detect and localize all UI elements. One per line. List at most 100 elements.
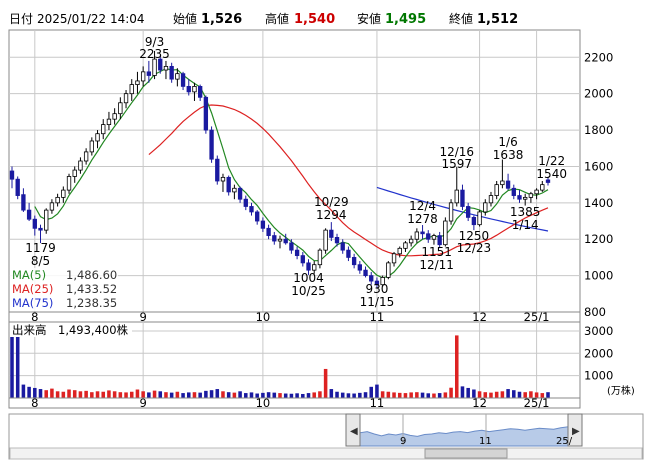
candle-body bbox=[9, 170, 15, 180]
x-tick-label: 8 bbox=[31, 396, 38, 410]
candle-body bbox=[255, 211, 260, 222]
candle-body bbox=[505, 180, 511, 189]
open-value: 1,526 bbox=[201, 12, 242, 27]
candle-body bbox=[363, 269, 368, 277]
nav-label-11: 11 bbox=[479, 436, 492, 447]
candle-body bbox=[26, 209, 32, 220]
volume-bar bbox=[107, 390, 111, 398]
price-tick-label: 1800 bbox=[584, 123, 613, 137]
candle-body bbox=[72, 169, 77, 177]
x-tick-label: 9 bbox=[139, 396, 146, 410]
volume-value: 1,493,400株 bbox=[58, 323, 129, 337]
candle-body bbox=[334, 237, 340, 244]
range-navigator[interactable]: ◀ ▶ 9 11 25/ bbox=[8, 413, 644, 460]
volume-bar bbox=[346, 393, 351, 398]
volume-bar bbox=[209, 390, 214, 398]
annotation-bottom: 1597 bbox=[441, 157, 472, 171]
volume-bar bbox=[169, 392, 174, 398]
volume-bar bbox=[50, 388, 54, 398]
volume-bar bbox=[61, 391, 66, 398]
annotation-top: 1151 bbox=[421, 245, 452, 259]
candle-body bbox=[101, 124, 106, 135]
volume-bar bbox=[460, 386, 465, 398]
volume-bar bbox=[204, 390, 208, 398]
volume-bar bbox=[420, 392, 425, 398]
candle-body bbox=[426, 233, 431, 240]
candle-body bbox=[517, 195, 522, 200]
candle-body bbox=[408, 238, 414, 244]
volume-bar bbox=[466, 387, 470, 398]
x-tick-label: 12 bbox=[472, 396, 487, 410]
nav-label-9: 9 bbox=[400, 436, 406, 447]
volume-y-axis: 3000 2000 1000 bbox=[584, 324, 613, 383]
legend-ma25-label: MA(25) bbox=[12, 282, 53, 296]
low-label: 安値 bbox=[357, 11, 381, 26]
navigator-scrollbar[interactable] bbox=[9, 447, 643, 460]
annotation-top: 12/4 bbox=[409, 199, 436, 213]
volume-tick-label: 3000 bbox=[584, 324, 613, 338]
high-value: 1,540 bbox=[294, 12, 335, 27]
candle-body bbox=[66, 176, 72, 191]
volume-bar bbox=[152, 390, 157, 398]
candle-body bbox=[431, 235, 437, 240]
volume-bar bbox=[454, 335, 459, 398]
datetime-label: 日付 bbox=[9, 12, 33, 26]
candle-body bbox=[61, 189, 66, 198]
candle-body bbox=[169, 65, 174, 80]
volume-bar bbox=[323, 368, 328, 398]
volume-bar bbox=[363, 392, 368, 398]
ma-legend: MA(5) 1,486.60 MA(25) 1,433.52 MA(75) 1,… bbox=[10, 268, 118, 311]
candle-body bbox=[215, 158, 220, 182]
volume-bar bbox=[112, 391, 117, 398]
annotation-top: 10/29 bbox=[314, 195, 349, 209]
volume-bar bbox=[306, 393, 311, 398]
volume-bar bbox=[409, 392, 413, 398]
candle-body bbox=[437, 235, 442, 246]
candle-body bbox=[243, 198, 248, 207]
candle-body bbox=[89, 140, 94, 153]
candle-body bbox=[135, 80, 140, 85]
volume-bar bbox=[432, 393, 436, 398]
price-tick-label: 1200 bbox=[584, 232, 613, 246]
price-tick-label: 2200 bbox=[584, 50, 613, 64]
candle-body bbox=[180, 73, 186, 87]
volume-bar bbox=[500, 391, 505, 398]
candle-body bbox=[494, 184, 499, 196]
candle-body bbox=[266, 227, 271, 236]
high-label: 高値 bbox=[265, 11, 289, 26]
volume-bar bbox=[10, 330, 14, 398]
candle-body bbox=[300, 255, 305, 264]
candle-body bbox=[391, 253, 397, 264]
annotation-bottom: 1540 bbox=[536, 167, 567, 181]
annotation-bottom: 1278 bbox=[407, 212, 438, 226]
volume-bar bbox=[164, 392, 168, 398]
legend-ma75-label: MA(75) bbox=[12, 296, 53, 310]
candle-body bbox=[477, 211, 482, 226]
legend-ma5-value: 1,486.60 bbox=[66, 268, 117, 282]
volume-bar bbox=[272, 392, 277, 398]
candle-body bbox=[44, 209, 49, 231]
candle-body bbox=[140, 71, 146, 82]
annotation-top: 1179 bbox=[25, 241, 56, 255]
volume-bar bbox=[312, 392, 316, 398]
candle-body bbox=[454, 189, 459, 204]
candle-body bbox=[203, 96, 209, 131]
volume-bar bbox=[437, 393, 442, 398]
volume-bar bbox=[489, 392, 493, 398]
volume-bar bbox=[517, 391, 522, 398]
candle-body bbox=[15, 178, 20, 196]
volume-bar bbox=[283, 393, 288, 398]
volume-bar bbox=[335, 391, 339, 398]
candle-body bbox=[272, 235, 277, 242]
annotation-bottom: 12/23 bbox=[457, 241, 492, 255]
candle-body bbox=[106, 118, 112, 126]
volume-bar bbox=[101, 391, 106, 398]
candle-body bbox=[312, 264, 317, 271]
candle-body bbox=[83, 151, 89, 162]
annotation-top: 1385 bbox=[510, 205, 541, 219]
volume-bar bbox=[301, 393, 305, 398]
candle-body bbox=[317, 249, 323, 266]
navigator-scroll-thumb[interactable] bbox=[424, 448, 508, 459]
volume-bar bbox=[198, 392, 202, 398]
legend-ma75-value: 1,238.35 bbox=[66, 296, 117, 310]
